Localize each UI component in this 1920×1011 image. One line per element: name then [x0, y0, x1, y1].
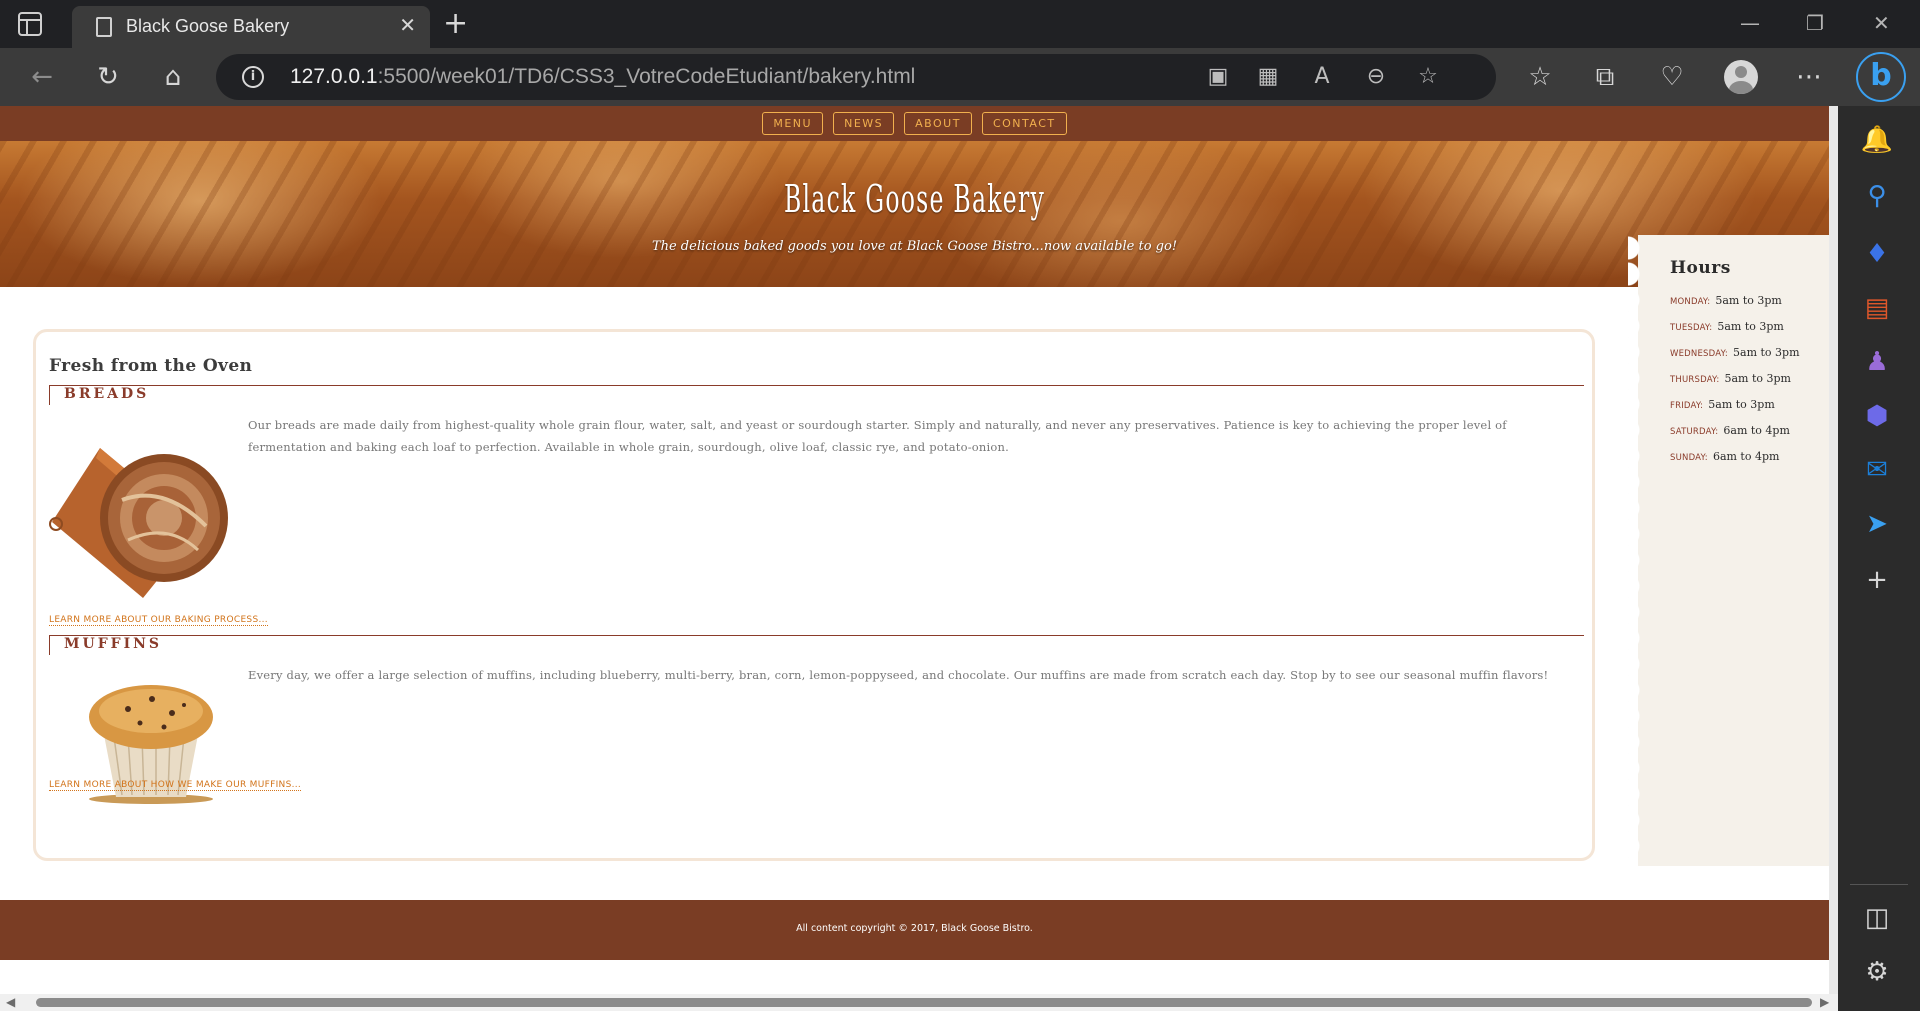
nav-contact-link[interactable]: Contact: [981, 112, 1067, 135]
hours-time: 6am to 4pm: [1712, 450, 1780, 463]
device-icon[interactable]: ▣: [1202, 63, 1234, 91]
site-tagline: The delicious baked goods you love at Bl…: [651, 239, 1178, 254]
tab-actions-icon[interactable]: [18, 12, 42, 36]
hours-day: Sunday:: [1670, 453, 1708, 463]
hours-row-thursday: Thursday: 5am to 3pm: [1670, 367, 1800, 393]
hours-day: Wednesday:: [1670, 349, 1728, 359]
page-icon: [96, 17, 112, 37]
browser-tab-bar: Black Goose Bakery ✕ + — ❐ ✕: [0, 0, 1920, 48]
address-bar[interactable]: i 127.0.0.1:5500/week01/TD6/CSS3_VotreCo…: [216, 54, 1496, 100]
nav-menu-link[interactable]: Menu: [762, 112, 824, 135]
main-title: Fresh from the Oven: [49, 356, 253, 376]
url-text[interactable]: 127.0.0.1:5500/week01/TD6/CSS3_VotreCode…: [290, 65, 915, 89]
games-icon[interactable]: ♟: [1859, 344, 1895, 380]
read-aloud-icon[interactable]: A: [1306, 63, 1338, 91]
muffins-description: Every day, we offer a large selection of…: [248, 668, 1549, 682]
star-icon[interactable]: ☆: [1412, 63, 1444, 91]
hours-day: Thursday:: [1670, 375, 1720, 385]
restore-icon[interactable]: ❐: [1806, 8, 1824, 38]
horizontal-scrollbar[interactable]: ◀ ▶: [0, 994, 1838, 1011]
hours-title: Hours: [1670, 258, 1731, 278]
settings-icon[interactable]: ⚙: [1859, 954, 1895, 990]
hours-row-sunday: Sunday: 6am to 4pm: [1670, 445, 1800, 471]
edge-sidebar: 🔔 ⚲ ♦ ▤ ♟ ⬢ ✉ ➤ + ◫ ⚙: [1838, 106, 1920, 1011]
hours-sidebar: Hours Monday: 5am to 3pm Tuesday: 5am to…: [1628, 235, 1829, 866]
hours-time: 6am to 4pm: [1723, 424, 1790, 437]
breads-heading: Breads: [49, 385, 1584, 405]
home-icon[interactable]: ⌂: [156, 62, 190, 92]
hours-time: 5am to 3pm: [1724, 372, 1791, 385]
zoom-out-icon[interactable]: ⊖: [1360, 63, 1392, 91]
hours-day: Saturday:: [1670, 427, 1719, 437]
scalloped-edge: [1628, 235, 1648, 866]
favorites-icon[interactable]: ☆: [1523, 62, 1557, 92]
muffins-heading-text: Muffins: [64, 636, 163, 652]
muffins-heading: Muffins: [49, 635, 1584, 655]
nav-list: Menu News About Contact: [0, 112, 1829, 135]
nav-news-link[interactable]: News: [833, 112, 895, 135]
collections-icon[interactable]: ⧉: [1588, 62, 1622, 92]
site-nav: Menu News About Contact: [0, 106, 1829, 141]
profile-icon[interactable]: [1724, 60, 1758, 94]
hours-list: Monday: 5am to 3pm Tuesday: 5am to 3pm W…: [1670, 289, 1800, 471]
breads-description: Our breads are made daily from highest-q…: [248, 418, 1507, 454]
browser-tab[interactable]: Black Goose Bakery ✕: [72, 6, 430, 48]
health-icon[interactable]: ♡: [1655, 62, 1689, 92]
add-icon[interactable]: +: [1859, 562, 1895, 598]
bing-icon[interactable]: b: [1856, 52, 1906, 102]
vertical-scroll-gutter: [1829, 106, 1838, 1011]
back-icon[interactable]: ←: [25, 62, 59, 92]
hours-row-friday: Friday: 5am to 3pm: [1670, 393, 1800, 419]
send-icon[interactable]: ➤: [1859, 506, 1895, 542]
hours-row-saturday: Saturday: 6am to 4pm: [1670, 419, 1800, 445]
hours-day: Friday:: [1670, 401, 1704, 411]
window-close-icon[interactable]: ✕: [1873, 8, 1890, 38]
scroll-left-arrow-icon[interactable]: ◀: [6, 994, 15, 1011]
hours-day: Monday:: [1670, 297, 1711, 307]
hours-time: 5am to 3pm: [1708, 398, 1775, 411]
hours-day: Tuesday:: [1670, 323, 1713, 333]
breads-heading-text: Breads: [64, 386, 150, 402]
tab-close-icon[interactable]: ✕: [399, 13, 416, 37]
hours-row-tuesday: Tuesday: 5am to 3pm: [1670, 315, 1800, 341]
browser-toolbar: ← ↻ ⌂ i 127.0.0.1:5500/week01/TD6/CSS3_V…: [0, 48, 1920, 106]
muffins-learn-more-link[interactable]: Learn more about how we make our muffins…: [49, 780, 302, 791]
tab-title: Black Goose Bakery: [126, 16, 290, 36]
copyright-text: All content copyright © 2017, Black Goos…: [796, 923, 1033, 934]
scroll-right-arrow-icon[interactable]: ▶: [1820, 994, 1829, 1011]
page-viewport: Menu News About Contact Black Goose Bake…: [0, 106, 1829, 994]
hours-row-wednesday: Wednesday: 5am to 3pm: [1670, 341, 1800, 367]
main-content: Fresh from the Oven Breads Our breads ar…: [33, 329, 1595, 861]
scrollbar-thumb[interactable]: [36, 998, 1812, 1007]
site-title: Black Goose Bakery: [783, 177, 1046, 221]
info-icon[interactable]: i: [242, 66, 264, 88]
outlook-icon[interactable]: ✉: [1859, 452, 1895, 488]
breads-learn-more-link[interactable]: Learn more about our baking process...: [49, 615, 268, 626]
hours-time: 5am to 3pm: [1715, 294, 1782, 307]
hours-row-monday: Monday: 5am to 3pm: [1670, 289, 1800, 315]
new-tab-icon[interactable]: +: [443, 6, 468, 42]
sidebar-divider: [1850, 884, 1908, 885]
hours-time: 5am to 3pm: [1717, 320, 1784, 333]
site-footer: All content copyright © 2017, Black Goos…: [0, 900, 1829, 960]
tag-icon[interactable]: ♦: [1859, 236, 1895, 272]
bell-icon[interactable]: 🔔: [1859, 122, 1895, 158]
search-icon[interactable]: ⚲: [1859, 178, 1895, 214]
minimize-icon[interactable]: —: [1740, 8, 1760, 38]
panel-icon[interactable]: ◫: [1859, 900, 1895, 936]
hero-banner: Black Goose Bakery The delicious baked g…: [0, 141, 1829, 287]
bread-image: [49, 448, 228, 598]
more-icon[interactable]: ⋯: [1792, 62, 1826, 92]
toolbox-icon[interactable]: ▤: [1859, 290, 1895, 326]
copilot-icon[interactable]: ⬢: [1859, 398, 1895, 434]
nav-about-link[interactable]: About: [904, 112, 972, 135]
hours-time: 5am to 3pm: [1733, 346, 1800, 359]
reload-icon[interactable]: ↻: [91, 62, 125, 92]
apps-icon[interactable]: ▦: [1252, 63, 1284, 91]
